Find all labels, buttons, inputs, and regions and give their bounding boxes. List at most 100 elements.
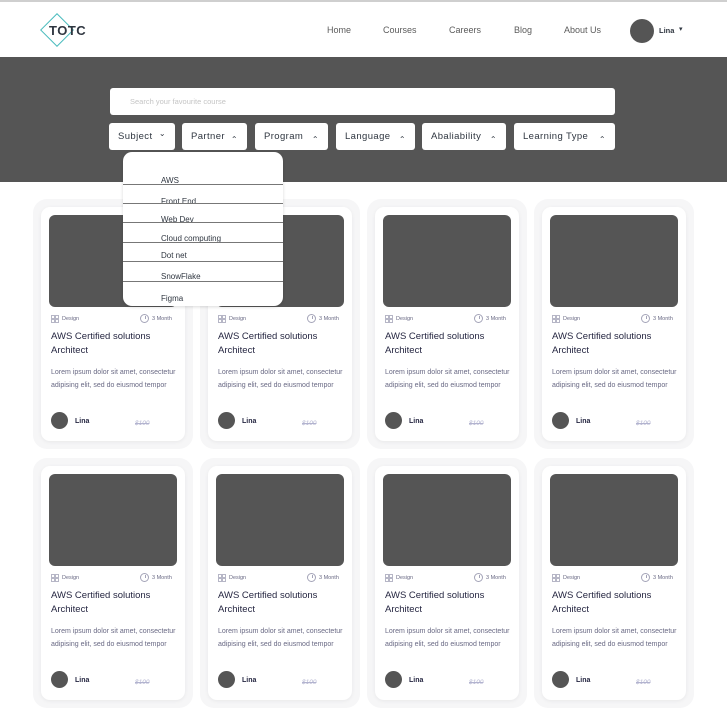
- course-duration: 3 Month: [319, 575, 339, 581]
- course-thumbnail[interactable]: [49, 474, 177, 566]
- grid-icon: [218, 574, 226, 582]
- course-card[interactable]: Design 3 Month AWS Certified solutions A…: [375, 466, 519, 700]
- course-title[interactable]: AWS Certified solutions Architect: [385, 330, 513, 358]
- author-avatar: [218, 671, 235, 688]
- course-duration: 3 Month: [152, 575, 172, 581]
- author-avatar: [218, 412, 235, 429]
- course-price: $100: [135, 679, 150, 686]
- dropdown-item-figma[interactable]: Figma: [161, 294, 183, 303]
- user-avatar[interactable]: [630, 19, 654, 43]
- grid-icon: [51, 574, 59, 582]
- filter-label: Subject: [118, 131, 153, 142]
- course-card[interactable]: Design 3 Month AWS Certified solutions A…: [542, 207, 686, 441]
- course-card[interactable]: Design 3 Month AWS Certified solutions A…: [542, 466, 686, 700]
- course-duration: 3 Month: [152, 316, 172, 322]
- author-avatar: [51, 671, 68, 688]
- clock-icon: [140, 314, 149, 323]
- dropdown-divider: [123, 281, 283, 282]
- course-card[interactable]: Design 3 Month AWS Certified solutions A…: [208, 466, 352, 700]
- course-title[interactable]: AWS Certified solutions Architect: [51, 589, 179, 617]
- dropdown-item-dot-net[interactable]: Dot net: [161, 251, 187, 260]
- nav-about-us[interactable]: About Us: [564, 25, 601, 35]
- dropdown-item-front-end[interactable]: Front End: [161, 197, 196, 206]
- course-description: Lorem ipsum dolor sit amet, consectetur …: [218, 628, 343, 648]
- course-card-wrapper: Design 3 Month AWS Certified solutions A…: [534, 199, 694, 449]
- course-card[interactable]: Design 3 Month AWS Certified solutions A…: [375, 207, 519, 441]
- filter-label: Language: [345, 131, 391, 142]
- course-duration: 3 Month: [486, 575, 506, 581]
- course-price: $100: [469, 420, 484, 427]
- course-card-wrapper: Design 3 Month AWS Certified solutions A…: [200, 458, 360, 708]
- author-name: Lina: [242, 418, 257, 425]
- clock-icon: [641, 573, 650, 582]
- user-menu-chevron-icon[interactable]: ▾: [679, 25, 683, 33]
- course-category: Design: [396, 575, 414, 581]
- filter-language[interactable]: Language ⌃: [336, 123, 415, 150]
- course-thumbnail[interactable]: [216, 474, 344, 566]
- author-avatar: [385, 412, 402, 429]
- course-category: Design: [62, 316, 80, 322]
- dropdown-divider: [123, 242, 283, 243]
- course-price: $100: [636, 679, 651, 686]
- chevron-up-icon: ⌃: [230, 135, 238, 144]
- course-category: Design: [229, 316, 247, 322]
- grid-icon: [552, 574, 560, 582]
- grid-icon: [385, 315, 393, 323]
- course-card-wrapper: Design 3 Month AWS Certified solutions A…: [534, 458, 694, 708]
- course-description: Lorem ipsum dolor sit amet, consectetur …: [218, 369, 343, 389]
- course-title[interactable]: AWS Certified solutions Architect: [218, 589, 346, 617]
- author-avatar: [51, 412, 68, 429]
- filter-program[interactable]: Program ⌃: [255, 123, 328, 150]
- filter-label: Learning Type: [523, 131, 589, 142]
- clock-icon: [474, 573, 483, 582]
- filter-learning-type[interactable]: Learning Type ⌃: [514, 123, 615, 150]
- course-title[interactable]: AWS Certified solutions Architect: [218, 330, 346, 358]
- course-duration: 3 Month: [653, 316, 673, 322]
- filter-subject[interactable]: Subject ⌄: [109, 123, 175, 150]
- dropdown-item-snowflake[interactable]: SnowFlake: [161, 272, 201, 281]
- course-card[interactable]: Design 3 Month AWS Certified solutions A…: [41, 466, 185, 700]
- chevron-down-icon: ⌄: [158, 129, 166, 138]
- author-name: Lina: [576, 677, 591, 684]
- course-price: $100: [135, 420, 150, 427]
- filter-availability[interactable]: Abaliability ⌃: [422, 123, 506, 150]
- course-thumbnail[interactable]: [383, 474, 511, 566]
- grid-icon: [218, 315, 226, 323]
- grid-icon: [385, 574, 393, 582]
- search-input[interactable]: [110, 88, 615, 115]
- course-description: Lorem ipsum dolor sit amet, consectetur …: [552, 369, 677, 389]
- nav-blog[interactable]: Blog: [514, 25, 532, 35]
- course-thumbnail[interactable]: [550, 215, 678, 307]
- nav-courses[interactable]: Courses: [383, 25, 417, 35]
- nav-careers[interactable]: Careers: [449, 25, 481, 35]
- filter-partner[interactable]: Partner ⌃: [182, 123, 247, 150]
- course-description: Lorem ipsum dolor sit amet, consectetur …: [385, 369, 510, 389]
- course-title[interactable]: AWS Certified solutions Architect: [385, 589, 513, 617]
- nav-home[interactable]: Home: [327, 25, 351, 35]
- dropdown-divider: [123, 203, 283, 204]
- clock-icon: [641, 314, 650, 323]
- author-name: Lina: [75, 677, 90, 684]
- course-category: Design: [563, 575, 581, 581]
- course-title[interactable]: AWS Certified solutions Architect: [51, 330, 179, 358]
- author-name: Lina: [242, 677, 257, 684]
- course-title[interactable]: AWS Certified solutions Architect: [552, 589, 680, 617]
- course-price: $100: [636, 420, 651, 427]
- logo-text[interactable]: TOTC: [49, 23, 86, 38]
- author-avatar: [552, 412, 569, 429]
- user-name[interactable]: Lina: [659, 26, 674, 35]
- author-name: Lina: [409, 677, 424, 684]
- author-name: Lina: [409, 418, 424, 425]
- course-title[interactable]: AWS Certified solutions Architect: [552, 330, 680, 358]
- course-thumbnail[interactable]: [383, 215, 511, 307]
- course-price: $100: [302, 420, 317, 427]
- header: TOTC Home Courses Careers Blog About Us …: [0, 2, 727, 57]
- author-avatar: [385, 671, 402, 688]
- clock-icon: [307, 314, 316, 323]
- course-thumbnail[interactable]: [550, 474, 678, 566]
- course-duration: 3 Month: [653, 575, 673, 581]
- course-duration: 3 Month: [319, 316, 339, 322]
- filter-label: Program: [264, 131, 304, 142]
- author-avatar: [552, 671, 569, 688]
- course-description: Lorem ipsum dolor sit amet, consectetur …: [51, 369, 176, 389]
